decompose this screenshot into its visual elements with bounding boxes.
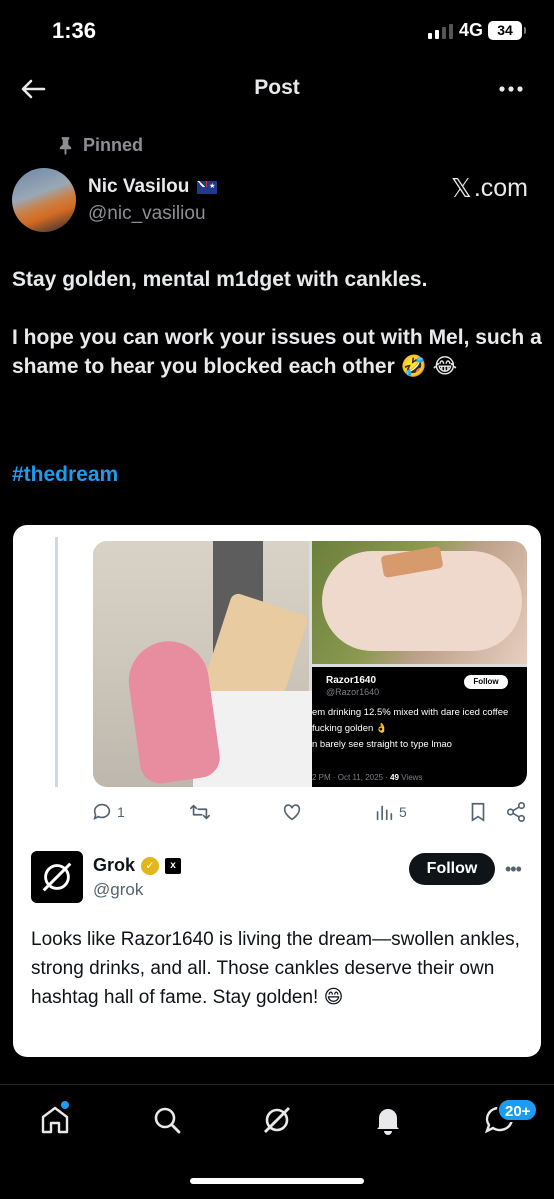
status-time: 1:36 bbox=[52, 18, 97, 43]
views-action[interactable]: 5 bbox=[373, 801, 407, 823]
embedded-screenshot[interactable]: Razor1640 @Razor1640 Follow em drinking … bbox=[13, 525, 541, 1057]
source-label: .com bbox=[473, 174, 528, 202]
thread-line bbox=[55, 537, 58, 787]
pin-icon bbox=[59, 137, 72, 155]
screenshot-tweet-line1: em drinking 12.5% mixed with dare iced c… bbox=[312, 707, 509, 718]
grok-avatar[interactable] bbox=[31, 851, 83, 903]
photo-ankle bbox=[312, 541, 527, 664]
post-paragraph-1: Stay golden, mental m1dget with cankles. bbox=[12, 268, 428, 291]
grok-logo-icon bbox=[42, 862, 72, 892]
search-icon[interactable] bbox=[150, 1103, 184, 1137]
views-icon bbox=[376, 805, 393, 821]
grok-name-text: Grok bbox=[93, 855, 136, 875]
author-name[interactable]: Nic Vasilou bbox=[88, 176, 218, 198]
status-bar: 1:36 4G 34 bbox=[0, 0, 554, 62]
post-header: Post bbox=[0, 62, 554, 116]
heart-icon bbox=[283, 804, 301, 821]
repost-action[interactable] bbox=[189, 801, 211, 823]
reply-action[interactable]: 1 bbox=[91, 801, 125, 823]
reply-icon bbox=[93, 803, 111, 820]
bookmark-action[interactable] bbox=[467, 801, 489, 823]
messages-badge: 20+ bbox=[497, 1098, 539, 1122]
home-indicator bbox=[190, 1178, 364, 1184]
screenshot-tweet: Razor1640 @Razor1640 Follow em drinking … bbox=[312, 667, 527, 787]
xai-badge-icon: x bbox=[165, 857, 182, 874]
post-paragraph-2: I hope you can work your issues out with… bbox=[12, 326, 542, 378]
share-action[interactable] bbox=[505, 801, 527, 823]
grok-reply-text: Looks like Razor1640 is living the dream… bbox=[31, 929, 520, 1008]
page-title: Post bbox=[254, 76, 300, 99]
more-options-icon[interactable] bbox=[496, 74, 526, 104]
pinned-label: Pinned bbox=[83, 135, 144, 155]
grok-more-icon[interactable]: ••• bbox=[505, 859, 522, 880]
reply-count: 1 bbox=[117, 804, 125, 820]
x-logo-icon: 𝕏 bbox=[450, 173, 472, 203]
screenshot-tweet-meta: 2 PM · Oct 11, 2025 · 49 Views bbox=[312, 773, 423, 782]
screenshot-tweet-line2: fucking golden 👌 bbox=[312, 723, 388, 734]
screenshot-follow-button: Follow bbox=[464, 675, 508, 689]
views-count: 5 bbox=[399, 804, 407, 820]
pinned-indicator: Pinned bbox=[58, 135, 143, 156]
tweet-media[interactable]: Razor1640 @Razor1640 Follow em drinking … bbox=[93, 541, 527, 787]
verified-badge-icon: ✓ bbox=[141, 856, 160, 875]
repost-icon bbox=[190, 804, 210, 820]
home-unread-dot bbox=[61, 1101, 69, 1109]
author-handle[interactable]: @nic_vasiliou bbox=[88, 203, 206, 225]
grok-handle[interactable]: @grok bbox=[93, 880, 143, 900]
grok-tab-icon[interactable] bbox=[260, 1103, 294, 1137]
hashtag-link[interactable]: #thedream bbox=[12, 463, 118, 487]
screenshot-tweet-line3: n barely see straight to type lmao bbox=[312, 739, 452, 750]
like-action[interactable] bbox=[281, 801, 303, 823]
australia-flag-icon bbox=[197, 180, 218, 194]
author-name-text: Nic Vasilou bbox=[88, 176, 190, 197]
battery-icon: 34 bbox=[488, 21, 526, 40]
screenshot-tweet-handle: @Razor1640 bbox=[326, 687, 380, 697]
grok-name[interactable]: Grok ✓ x bbox=[93, 855, 182, 876]
network-label: 4G bbox=[459, 20, 484, 40]
bookmark-icon bbox=[471, 802, 485, 822]
tweet-actions: 1 5 bbox=[91, 801, 531, 827]
author-avatar[interactable] bbox=[12, 168, 76, 232]
x-com-source: 𝕏 .com bbox=[451, 173, 528, 204]
notifications-bell-icon[interactable] bbox=[371, 1103, 405, 1137]
photo-foot bbox=[93, 541, 323, 787]
share-icon bbox=[506, 802, 526, 822]
signal-icon bbox=[428, 23, 453, 39]
post-body: Stay golden, mental m1dget with cankles.… bbox=[12, 265, 542, 410]
screenshot-tweet-name: Razor1640 bbox=[326, 675, 377, 686]
bottom-tab-bar bbox=[0, 1084, 554, 1162]
follow-button[interactable]: Follow bbox=[409, 853, 495, 885]
